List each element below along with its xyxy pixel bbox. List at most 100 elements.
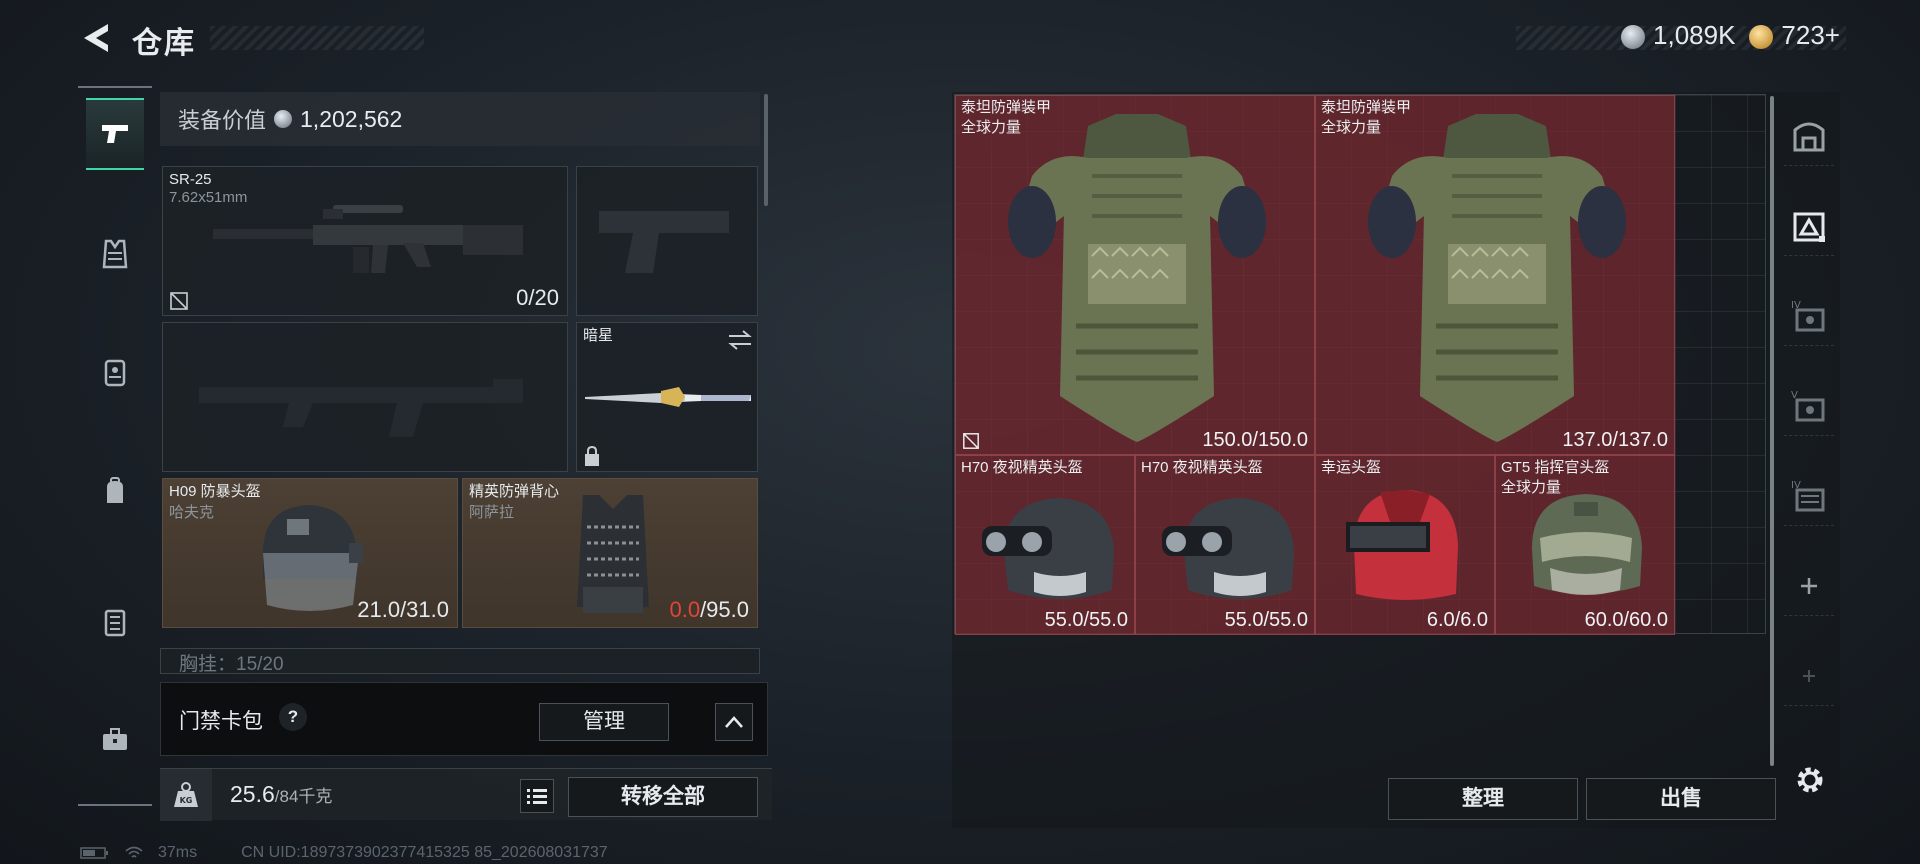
gear-icon: [1797, 767, 1823, 793]
item-durability: 137.0/137.0: [1562, 429, 1668, 451]
swap-icon[interactable]: [727, 329, 753, 351]
settings-button[interactable]: [1792, 762, 1828, 798]
armor-slot[interactable]: 精英防弹背心 阿萨拉 0.0/95.0: [462, 478, 758, 628]
case-icon: [104, 609, 126, 637]
stash-panel: 泰坦防弹装甲 全球力量 150.0/150.0 泰坦防弹装甲 全球力量 137.…: [952, 92, 1840, 828]
weight-current: 25.6: [230, 781, 275, 807]
titan-armor-image: [1368, 114, 1626, 442]
nav-divider: [78, 804, 152, 806]
equipment-scrollbar[interactable]: [764, 94, 768, 206]
item-name: H70 夜视精英头盔: [961, 459, 1083, 476]
add-stash-page-button[interactable]: [1784, 556, 1834, 616]
collapse-button[interactable]: [715, 703, 753, 741]
stash-icon: [1793, 122, 1825, 151]
helmet-durability: 21.0/31.0: [357, 597, 449, 622]
red-helmet-image: [1346, 490, 1458, 600]
transfer-all-button[interactable]: 转移全部: [568, 777, 758, 817]
armor-durability-current: 0.0: [669, 597, 701, 622]
item-durability: 55.0/55.0: [1044, 609, 1128, 631]
elite-vest-image: [577, 495, 649, 613]
item-name: 幸运头盔: [1321, 459, 1382, 476]
armor-brand: 阿萨拉: [469, 504, 515, 521]
stash-tab-1[interactable]: [1784, 196, 1834, 256]
nav-chest-rig[interactable]: [86, 336, 144, 408]
vest-icon: [102, 239, 128, 269]
sell-button[interactable]: 出售: [1586, 778, 1776, 820]
weight-display: 25.6/84千克: [230, 781, 332, 808]
help-icon[interactable]: ?: [279, 703, 307, 731]
backpack-icon: [107, 477, 123, 503]
stash-scrollbar[interactable]: [1770, 96, 1774, 766]
not-insured-icon: [963, 433, 979, 449]
gold-coin-icon: [1749, 25, 1774, 50]
weight-icon: KG: [160, 769, 212, 821]
weight-badge-text: KG: [180, 796, 193, 805]
user-uid: CN UID:1897373902377415325 85_2026080317…: [241, 844, 608, 861]
riot-helmet-image: [263, 505, 363, 611]
not-insured-icon: [170, 292, 188, 310]
armor-durability: 0.0/95.0: [669, 597, 749, 623]
commander-helmet-image: [1532, 494, 1642, 595]
stash-tab-iv-icon: IV: [1791, 300, 1825, 331]
sidearm-slot-empty[interactable]: [576, 166, 758, 316]
helmet-name: H09 防暴头盔: [169, 483, 261, 500]
status-strip: 37ms CN UID:1897373902377415325 85_20260…: [80, 844, 608, 862]
stash-item-gt5-helmet[interactable]: GT5 指挥官头盔 全球力量 60.0/60.0: [1495, 455, 1675, 635]
manage-button[interactable]: 管理: [539, 703, 669, 741]
stash-grid[interactable]: 泰坦防弹装甲 全球力量 150.0/150.0 泰坦防弹装甲 全球力量 137.…: [954, 94, 1766, 635]
stash-item-h70-helmet[interactable]: H70 夜视精英头盔 55.0/55.0: [955, 455, 1135, 635]
title-decoration: [210, 26, 424, 50]
equipment-panel: 装备价值 1,202,562 SR-25 7.62x51mm 0/20 暗星 H…: [160, 92, 772, 828]
silver-currency: 1,089K: [1621, 20, 1735, 51]
silver-coin-icon: [1621, 25, 1646, 50]
pistol-silhouette-icon: [599, 211, 729, 273]
toolbox-icon: [103, 728, 127, 750]
nv-helmet-image: [1162, 498, 1294, 599]
stash-item-h70-helmet[interactable]: H70 夜视精英头盔 55.0/55.0: [1135, 455, 1315, 635]
back-arrow-icon: [84, 24, 108, 52]
nav-backpack[interactable]: [86, 456, 144, 528]
secondary-weapon-slot-empty[interactable]: [162, 322, 568, 472]
sort-button[interactable]: 整理: [1388, 778, 1578, 820]
equipment-value-label: 装备价值: [178, 108, 267, 133]
ping-value: 37ms: [158, 844, 198, 861]
list-view-button[interactable]: [520, 779, 554, 813]
primary-weapon-slot[interactable]: SR-25 7.62x51mm 0/20: [162, 166, 568, 316]
helmet-slot[interactable]: H09 防暴头盔 哈夫克 21.0/31.0: [162, 478, 458, 628]
stash-item-titan-armor[interactable]: 泰坦防弹装甲 全球力量 137.0/137.0: [1315, 95, 1675, 455]
stash-item-lucky-helmet[interactable]: 幸运头盔 6.0/6.0: [1315, 455, 1495, 635]
stash-tab-iv-2[interactable]: IV: [1784, 466, 1834, 526]
nav-divider: [78, 86, 152, 88]
item-name: GT5 指挥官头盔: [1501, 459, 1610, 476]
item-durability: 6.0/6.0: [1426, 609, 1488, 631]
armor-durability-max: /95.0: [700, 597, 749, 622]
pistol-icon: [102, 125, 128, 143]
item-durability: 55.0/55.0: [1224, 609, 1308, 631]
plus-icon: [1803, 669, 1815, 682]
stash-tab-iv[interactable]: IV: [1784, 286, 1834, 346]
chest-rig-row[interactable]: 胸挂：15/20: [160, 648, 760, 674]
weight-kg-icon: KG: [174, 782, 198, 807]
equipment-category-nav: [78, 86, 152, 806]
stash-page-nav: IV V IV: [1778, 92, 1840, 812]
plus-icon: [1801, 577, 1817, 594]
nav-weapons[interactable]: [86, 98, 144, 170]
melee-slot[interactable]: 暗星: [576, 322, 758, 472]
helmet-brand: 哈夫克: [169, 504, 215, 521]
keycard-wallet-bar: 门禁卡包 ? 管理: [160, 682, 768, 756]
nav-armor[interactable]: [86, 218, 144, 290]
list-icon: [527, 789, 547, 804]
titan-armor-image: [1008, 114, 1266, 442]
darkstar-knife-image: [585, 387, 751, 407]
back-button[interactable]: [78, 20, 114, 56]
stash-tab-main[interactable]: [1784, 106, 1834, 166]
stash-item-titan-armor[interactable]: 泰坦防弹装甲 全球力量 150.0/150.0: [955, 95, 1315, 455]
melee-name: 暗星: [583, 327, 614, 344]
gold-currency[interactable]: 723+: [1749, 20, 1840, 51]
chevron-up-icon: [725, 716, 743, 728]
weapon-name: SR-25: [169, 171, 212, 188]
nav-toolbox[interactable]: [86, 704, 144, 776]
nav-container[interactable]: [86, 586, 144, 658]
stash-tab-v[interactable]: V: [1784, 376, 1834, 436]
battery-icon: [80, 847, 108, 859]
